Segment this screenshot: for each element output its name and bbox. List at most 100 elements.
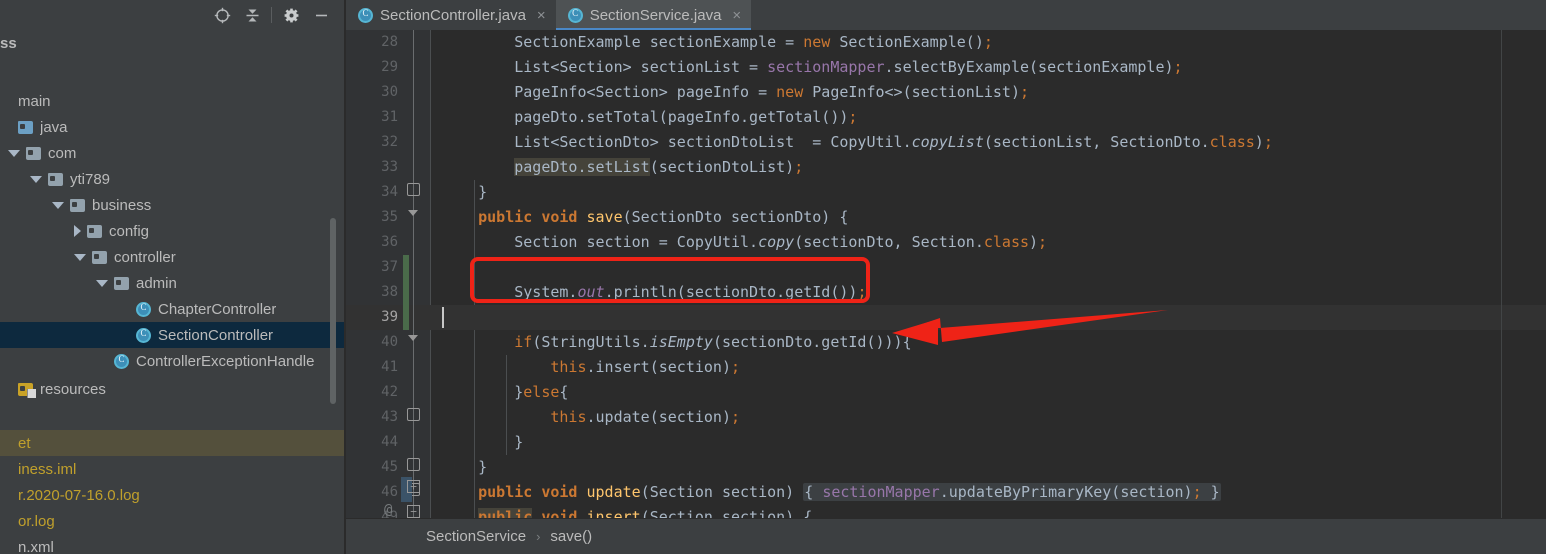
tree-item-label: business (92, 196, 152, 214)
project-toolbar (0, 0, 344, 30)
tree-item-resources[interactable]: resources (0, 376, 344, 402)
code-line-40[interactable]: 40 if(StringUtils.isEmpty(sectionDto.get… (346, 330, 1546, 355)
tree-item-label: main (18, 92, 51, 110)
line-number: 31 (381, 109, 398, 125)
folder-icon (26, 146, 41, 160)
folder-icon (70, 198, 85, 212)
chevron-down-icon[interactable] (96, 279, 108, 287)
code-line-33[interactable]: 33 pageDto.setList(sectionDtoList); (346, 155, 1546, 180)
code-line-35[interactable]: 35 public void save(SectionDto sectionDt… (346, 205, 1546, 230)
breadcrumb-method[interactable]: save() (550, 528, 592, 545)
tree-item-controller[interactable]: controller (0, 244, 344, 270)
settings-gear-icon[interactable] (276, 2, 306, 28)
tree-item-et[interactable]: et (0, 430, 344, 456)
tree-item-r-2020-07-16-0-log[interactable]: r.2020-07-16.0.log (0, 482, 344, 508)
project-panel-scrollbar[interactable] (330, 218, 336, 404)
tree-item-iness-iml[interactable]: iness.iml (0, 456, 344, 482)
chevron-right-icon[interactable] (74, 225, 81, 237)
scroll-from-source-icon[interactable] (207, 2, 237, 28)
code-text: } (442, 183, 488, 201)
close-icon[interactable]: × (732, 8, 741, 23)
tab-label: SectionService.java (589, 6, 722, 24)
tree-row-partial-top[interactable]: ss (0, 30, 344, 56)
fold-end-marker-34[interactable] (407, 183, 420, 196)
tree-item-label: config (109, 222, 150, 240)
code-text: public void save(SectionDto sectionDto) … (478, 208, 849, 226)
folder-icon (87, 224, 102, 238)
code-editor[interactable]: 28 SectionExample sectionExample = new S… (346, 30, 1546, 518)
line-number: 37 (381, 259, 398, 275)
project-tree[interactable]: ss main java com yti789 business config contro… (0, 30, 344, 554)
annotation-marker-icon[interactable]: @ (384, 502, 392, 518)
tree-item-label: iness.iml (18, 460, 77, 478)
code-line-37[interactable]: 37 (346, 255, 1546, 280)
tree-item-business[interactable]: business (0, 192, 344, 218)
breadcrumb-class[interactable]: SectionService (426, 528, 526, 545)
chevron-down-icon[interactable] (30, 175, 42, 183)
code-line-49[interactable]: 49 public void insert(Section section) { (346, 505, 1546, 518)
fold-collapse-triangle-40[interactable] (408, 335, 418, 341)
fold-collapse-triangle-35[interactable] (408, 210, 418, 216)
editor-tab-sectionservice-java[interactable]: SectionService.java × (555, 0, 752, 30)
code-line-42[interactable]: 42 }else{ (346, 380, 1546, 405)
tree-item-java[interactable]: java (0, 114, 344, 140)
tree-item-com[interactable]: com (0, 140, 344, 166)
code-line-31[interactable]: 31 pageDto.setTotal(pageInfo.getTotal())… (346, 105, 1546, 130)
code-line-34[interactable]: 34 } (346, 180, 1546, 205)
code-line-38[interactable]: 38 System.out.println(sectionDto.getId()… (346, 280, 1546, 305)
fold-expand-box-46[interactable]: + (407, 480, 420, 493)
code-text: if(StringUtils.isEmpty(sectionDto.getId(… (514, 333, 912, 351)
code-line-28[interactable]: 28 SectionExample sectionExample = new S… (346, 30, 1546, 55)
line-number: 34 (381, 184, 398, 200)
fold-end-marker-44[interactable] (407, 458, 420, 471)
code-line-46[interactable]: 46 public void update(Section section) {… (346, 480, 1546, 505)
java-class-icon (136, 327, 151, 343)
tree-item-chaptercontroller[interactable]: ChapterController (0, 296, 344, 322)
chevron-down-icon[interactable] (74, 253, 86, 261)
tree-item-label: or.log (18, 512, 55, 530)
java-class-icon (358, 7, 373, 23)
tree-item-config[interactable]: config (0, 218, 344, 244)
code-line-32[interactable]: 32 List<SectionDto> sectionDtoList = Cop… (346, 130, 1546, 155)
tree-item-or-log[interactable]: or.log (0, 508, 344, 534)
tree-item-label: ChapterController (158, 300, 277, 318)
collapse-all-icon[interactable] (237, 2, 267, 28)
tree-item-label: controller (114, 248, 176, 266)
tree-item-yti789[interactable]: yti789 (0, 166, 344, 192)
code-text: List<Section> sectionList = sectionMappe… (442, 58, 1183, 76)
tree-item-sectioncontroller[interactable]: SectionController (0, 322, 344, 348)
code-line-45[interactable]: 45 } (346, 455, 1546, 480)
code-line-41[interactable]: 41 this.insert(section); (346, 355, 1546, 380)
code-line-30[interactable]: 30 PageInfo<Section> pageInfo = new Page… (346, 80, 1546, 105)
code-text: } (442, 433, 524, 451)
line-number: 41 (381, 359, 398, 375)
fold-end-marker-42[interactable] (407, 408, 420, 421)
tree-item-main[interactable]: main (0, 88, 344, 114)
ide-window: ss main java com yti789 business config contro… (0, 0, 1546, 554)
code-text: pageDto.setTotal(pageInfo.getTotal()); (442, 108, 858, 126)
line-number: 35 (381, 209, 398, 225)
editor-tab-sectioncontroller-java[interactable]: SectionController.java × (346, 0, 556, 30)
chevron-down-icon[interactable] (8, 149, 20, 157)
code-text: public void insert(Section section) { (442, 505, 812, 518)
code-line-43[interactable]: 43 this.update(section); (346, 405, 1546, 430)
tree-item-label: n.xml (18, 538, 54, 554)
tree-item-controllerexceptionhandle[interactable]: ControllerExceptionHandle (0, 348, 344, 374)
close-icon[interactable]: × (537, 8, 546, 23)
vcs-change-marker[interactable] (403, 255, 409, 330)
fold-collapse-box-49[interactable]: − (407, 505, 420, 518)
tree-item-admin[interactable]: admin (0, 270, 344, 296)
tree-item-n-xml[interactable]: n.xml (0, 534, 344, 554)
code-line-39[interactable]: 39 (346, 305, 1546, 330)
code-text: this.update(section); (550, 408, 741, 426)
text-caret (442, 307, 444, 328)
code-line-29[interactable]: 29 List<Section> sectionList = sectionMa… (346, 55, 1546, 80)
hide-panel-icon[interactable] (306, 2, 336, 28)
java-class-icon (567, 7, 583, 23)
line-number: 43 (381, 409, 398, 425)
project-tool-window: ss main java com yti789 business config contro… (0, 0, 344, 554)
code-line-36[interactable]: 36 Section section = CopyUtil.copy(secti… (346, 230, 1546, 255)
chevron-down-icon[interactable] (52, 201, 64, 209)
code-line-44[interactable]: 44 } (346, 430, 1546, 455)
code-text: SectionExample sectionExample = new Sect… (442, 33, 993, 51)
